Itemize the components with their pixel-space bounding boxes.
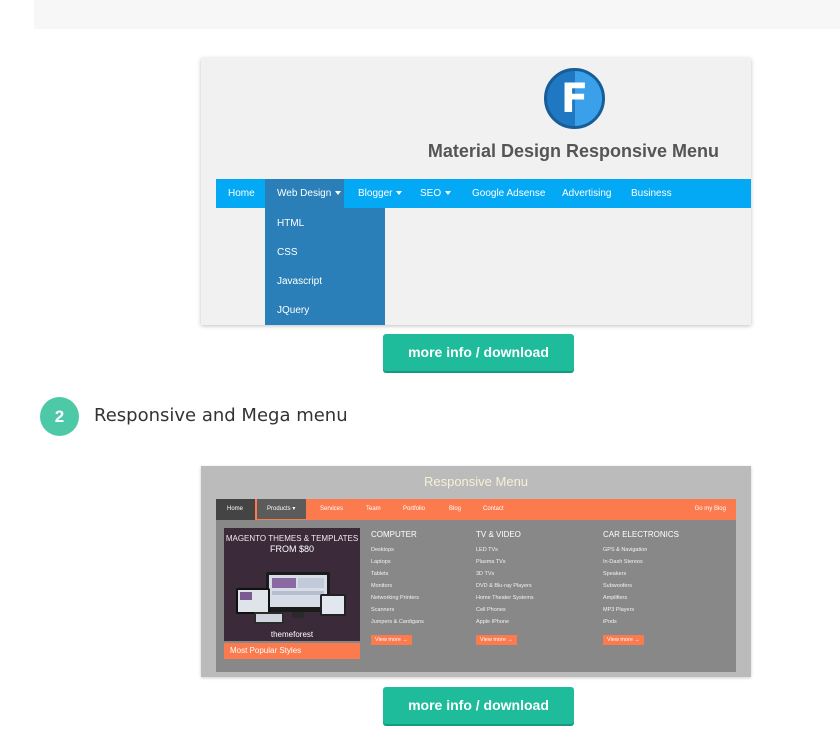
preview-title: Responsive Menu xyxy=(423,474,529,489)
more-info-download-button[interactable]: more info / download xyxy=(383,687,574,724)
mega-nav-blog[interactable]: Blog xyxy=(449,499,461,520)
list-item[interactable]: Cell Phones xyxy=(476,604,534,616)
nav-item-advertising[interactable]: Advertising xyxy=(562,179,611,208)
column-heading: COMPUTER xyxy=(371,530,417,539)
mega-nav-go-my-blog[interactable]: Go my Blog xyxy=(695,499,726,520)
list-item[interactable]: GPS & Navigation xyxy=(603,544,679,556)
list-item[interactable]: MP3 Players xyxy=(603,604,679,616)
top-band xyxy=(34,0,840,29)
web-design-dropdown: HTML CSS Javascript JQuery xyxy=(265,208,385,325)
list-item[interactable]: Subwoofers xyxy=(603,580,679,592)
mega-menu-preview: Responsive Menu Home Products ▾ Services… xyxy=(201,466,751,677)
mega-nav-contact[interactable]: Contact xyxy=(483,499,504,520)
more-info-download-button[interactable]: more info / download xyxy=(383,334,574,371)
material-nav-bar: Home Web Design Blogger SEO Google Adsen… xyxy=(216,179,751,208)
mega-column-computer: COMPUTER Desktops Laptops Tablets Monito… xyxy=(371,530,424,646)
list-item[interactable]: Monitors xyxy=(371,580,424,592)
mega-nav-services[interactable]: Services xyxy=(320,499,343,520)
mega-nav-bar: Home Products ▾ Services Team Portfolio … xyxy=(216,499,736,520)
promo-banner[interactable]: MAGENTO THEMES & TEMPLATES FROM $80 them… xyxy=(224,528,360,641)
list-item[interactable]: Desktops xyxy=(371,544,424,556)
promo-line2: FROM $80 xyxy=(269,544,314,554)
list-item[interactable]: Apple IPhone xyxy=(476,616,534,628)
view-more-button[interactable]: View more → xyxy=(371,635,412,645)
view-more-button[interactable]: View more → xyxy=(603,635,644,645)
nav-item-web-design[interactable]: Web Design xyxy=(265,179,344,208)
list-item[interactable]: Plasma TVs xyxy=(476,556,534,568)
column-heading: CAR ELECTRONICS xyxy=(603,530,680,539)
list-item[interactable]: DVD & Blu-ray Players xyxy=(476,580,534,592)
dropdown-item-javascript[interactable]: Javascript xyxy=(277,276,322,287)
mega-nav-products[interactable]: Products ▾ xyxy=(256,499,307,520)
list-item[interactable]: Tablets xyxy=(371,568,424,580)
devices-illustration xyxy=(236,572,346,624)
mega-menu-panel: MAGENTO THEMES & TEMPLATES FROM $80 them… xyxy=(216,520,736,672)
list-item[interactable]: Speakers xyxy=(603,568,679,580)
mega-column-tv-video: TV & VIDEO LED TVs Plasma TVs 3D TVs DVD… xyxy=(476,530,534,646)
dropdown-item-css[interactable]: CSS xyxy=(277,247,298,258)
list-item[interactable]: Amplifiers xyxy=(603,592,679,604)
promo-line1: MAGENTO THEMES & TEMPLATES xyxy=(225,534,359,543)
list-item[interactable]: 3D TVs xyxy=(476,568,534,580)
mega-nav-home[interactable]: Home xyxy=(216,499,255,520)
list-item[interactable]: Scanners xyxy=(371,604,424,616)
list-item[interactable]: Home Theater Systems xyxy=(476,592,534,604)
list-item[interactable]: Jumpers & Cardigans xyxy=(371,616,424,628)
nav-item-seo[interactable]: SEO xyxy=(420,179,452,208)
nav-item-blogger[interactable]: Blogger xyxy=(358,179,403,208)
dropdown-item-jquery[interactable]: JQuery xyxy=(277,305,309,316)
themeforest-brand: themeforest xyxy=(270,630,314,639)
material-menu-preview: F Material Design Responsive Menu Home W… xyxy=(201,58,751,325)
section-number-badge: 2 xyxy=(40,397,79,436)
dropdown-item-html[interactable]: HTML xyxy=(277,218,304,229)
view-more-button[interactable]: View more → xyxy=(476,635,517,645)
section-title: Responsive and Mega menu xyxy=(94,405,348,426)
list-item[interactable]: iPods xyxy=(603,616,679,628)
caret-down-icon xyxy=(335,191,342,196)
mega-nav-team[interactable]: Team xyxy=(366,499,381,520)
list-item[interactable]: Laptops xyxy=(371,556,424,568)
column-heading: TV & VIDEO xyxy=(476,530,521,539)
mega-nav-portfolio[interactable]: Portfolio xyxy=(403,499,425,520)
preview-title: Material Design Responsive Menu xyxy=(427,141,719,161)
list-item[interactable]: Networking Printers xyxy=(371,592,424,604)
most-popular-styles-label[interactable]: Most Popular Styles xyxy=(224,643,360,659)
nav-item-business[interactable]: Business xyxy=(631,179,672,208)
caret-down-icon xyxy=(445,191,452,196)
caret-down-icon xyxy=(396,191,403,196)
list-item[interactable]: In-Dash Stereos xyxy=(603,556,679,568)
nav-item-home[interactable]: Home xyxy=(228,179,255,208)
logo-icon: F xyxy=(544,68,605,129)
nav-item-google-adsense[interactable]: Google Adsense xyxy=(472,179,545,208)
list-item[interactable]: LED TVs xyxy=(476,544,534,556)
mega-column-car-electronics: CAR ELECTRONICS GPS & Navigation In-Dash… xyxy=(603,530,679,646)
